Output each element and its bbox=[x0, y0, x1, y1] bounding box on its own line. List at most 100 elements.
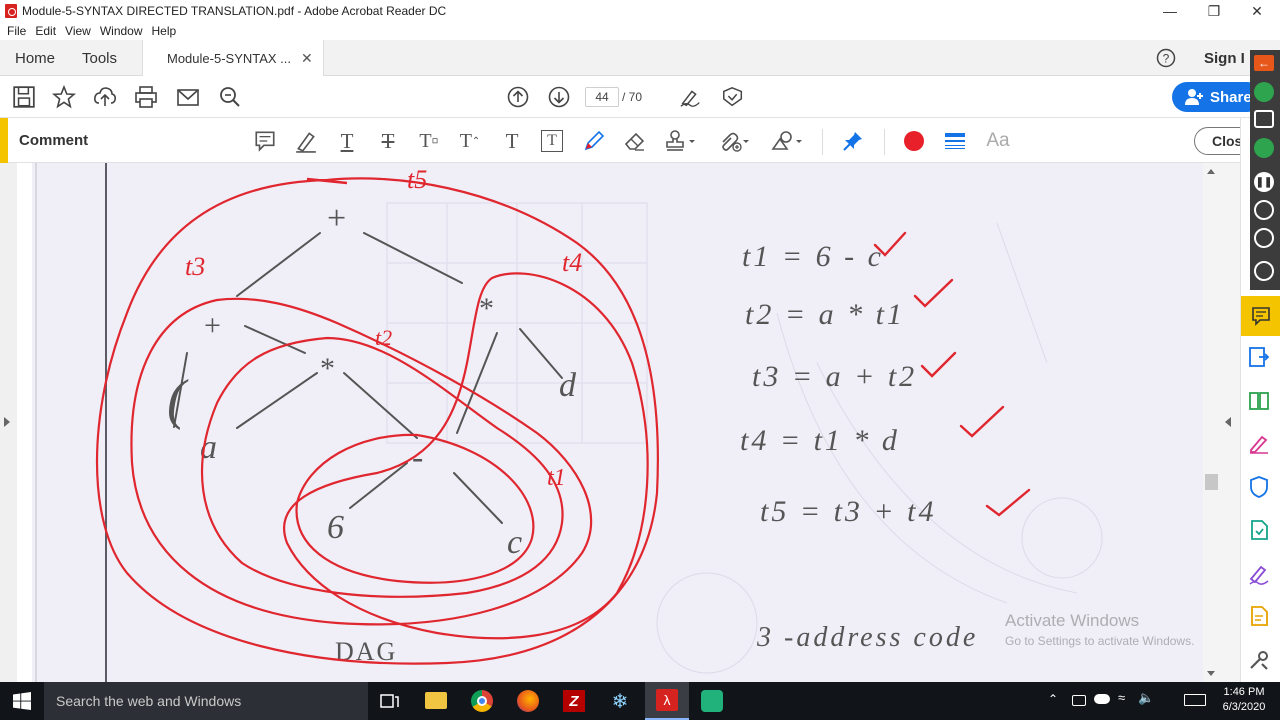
check-mark bbox=[913, 278, 954, 308]
tab-document[interactable]: Module-5-SYNTAX ... ✕ bbox=[142, 40, 324, 77]
send-for-review-icon[interactable] bbox=[1247, 604, 1271, 628]
restore-button[interactable]: ❐ bbox=[1191, 0, 1237, 22]
label-t1: t1 bbox=[547, 465, 566, 491]
protect-icon[interactable] bbox=[1247, 475, 1271, 499]
sign-icon[interactable] bbox=[679, 85, 703, 109]
zoom-icon[interactable] bbox=[218, 85, 242, 109]
stamp-tool-icon[interactable] bbox=[664, 129, 698, 153]
add-text-icon[interactable]: T bbox=[500, 129, 524, 153]
close-tab-icon[interactable]: ✕ bbox=[301, 50, 313, 67]
page-up-icon[interactable] bbox=[506, 85, 530, 109]
text-box-icon[interactable]: T bbox=[541, 130, 563, 152]
right-panel-toggle[interactable] bbox=[1220, 163, 1240, 682]
scroll-down-icon[interactable] bbox=[1207, 671, 1215, 676]
pen-tool-icon[interactable] bbox=[1254, 261, 1274, 281]
onedrive-icon[interactable] bbox=[1094, 694, 1110, 704]
scroll-up-icon[interactable] bbox=[1207, 169, 1215, 174]
highlight-icon[interactable] bbox=[294, 129, 318, 153]
equation-t4: t4 = t1 * d bbox=[740, 424, 900, 457]
edit-pdf-icon[interactable] bbox=[1247, 431, 1271, 455]
fill-sign-icon[interactable] bbox=[1247, 562, 1271, 586]
wifi-icon[interactable]: ≈ bbox=[1118, 690, 1125, 705]
node-d: d bbox=[559, 367, 577, 404]
tab-sign-in[interactable]: Sign I bbox=[1204, 40, 1245, 76]
screen-share-icon[interactable] bbox=[1254, 138, 1274, 158]
text-properties-button[interactable]: Aa bbox=[985, 129, 1011, 153]
address-code-caption: 3 -address code bbox=[756, 622, 978, 653]
eraser-icon[interactable] bbox=[623, 129, 647, 153]
minimize-button[interactable]: — bbox=[1147, 0, 1193, 22]
chrome-icon[interactable] bbox=[471, 690, 493, 712]
draw-pencil-icon[interactable] bbox=[582, 129, 606, 153]
menu-edit[interactable]: Edit bbox=[35, 24, 56, 38]
vertical-scrollbar[interactable] bbox=[1203, 163, 1220, 682]
print-icon[interactable] bbox=[134, 85, 158, 109]
page-number-input[interactable]: 44 bbox=[585, 87, 619, 107]
taskbar-search-input[interactable]: Search the web and Windows bbox=[44, 682, 368, 720]
watermark-title: Activate Windows bbox=[1005, 611, 1140, 630]
battery-icon[interactable] bbox=[1072, 695, 1086, 706]
page-down-icon[interactable] bbox=[547, 85, 571, 109]
tab-tools[interactable]: Tools bbox=[82, 40, 117, 76]
firefox-icon[interactable] bbox=[517, 690, 539, 712]
mouse-icon[interactable] bbox=[1254, 200, 1274, 220]
region-t4 bbox=[283, 272, 649, 640]
camera-icon[interactable] bbox=[1254, 110, 1274, 128]
window-title: Module-5-SYNTAX DIRECTED TRANSLATION.pdf… bbox=[22, 4, 447, 18]
color-picker-button[interactable] bbox=[904, 131, 924, 151]
equation-t5: t5 = t3 + t4 bbox=[760, 495, 937, 528]
filezilla-icon[interactable]: Z bbox=[563, 690, 585, 712]
export-pdf-icon[interactable] bbox=[1247, 345, 1271, 369]
screen-recorder-icon[interactable] bbox=[701, 690, 723, 712]
clock-time: 1:46 PM bbox=[1223, 686, 1265, 698]
display-icon[interactable] bbox=[1254, 228, 1274, 248]
menu-help[interactable]: Help bbox=[152, 24, 177, 38]
upload-icon[interactable] bbox=[93, 85, 117, 109]
file-explorer-icon[interactable] bbox=[425, 692, 447, 709]
tray-chevron-icon[interactable]: ⌃ bbox=[1048, 692, 1058, 706]
menu-window[interactable]: Window bbox=[100, 24, 143, 38]
clock[interactable]: 1:46 PM 6/3/2020 bbox=[1214, 685, 1274, 715]
save-icon[interactable] bbox=[12, 85, 36, 109]
back-arrow-icon[interactable]: ← bbox=[1254, 55, 1274, 71]
tab-document-label: Module-5-SYNTAX ... bbox=[167, 51, 292, 66]
share-button[interactable]: Share bbox=[1172, 82, 1262, 112]
label-t4: t4 bbox=[562, 248, 582, 277]
shapes-icon[interactable] bbox=[770, 129, 804, 153]
menu-file[interactable]: File bbox=[7, 24, 26, 38]
strikethrough-icon[interactable]: T bbox=[376, 129, 400, 153]
email-icon[interactable] bbox=[176, 86, 200, 110]
task-view-icon[interactable] bbox=[380, 692, 400, 710]
acrobat-taskbar-button[interactable]: λ bbox=[645, 682, 689, 720]
star-icon[interactable] bbox=[52, 85, 76, 109]
create-pdf-icon[interactable] bbox=[1247, 518, 1271, 542]
replace-text-icon[interactable]: T▫ bbox=[417, 129, 441, 153]
share-label: Share bbox=[1210, 88, 1252, 106]
tab-home[interactable]: Home bbox=[15, 40, 55, 76]
help-icon[interactable]: ? bbox=[1156, 48, 1176, 68]
volume-icon[interactable]: 🔈 bbox=[1138, 690, 1154, 706]
organize-pages-icon[interactable] bbox=[1247, 389, 1271, 413]
underline-text-icon[interactable]: T bbox=[335, 129, 359, 153]
sticky-note-icon[interactable] bbox=[253, 129, 277, 153]
keyboard-icon[interactable] bbox=[1184, 694, 1206, 706]
left-panel-toggle[interactable] bbox=[0, 163, 17, 682]
menu-view[interactable]: View bbox=[65, 24, 91, 38]
equation-t3: t3 = a + t2 bbox=[752, 360, 917, 393]
attach-icon[interactable] bbox=[717, 129, 751, 153]
line-thickness-icon[interactable] bbox=[943, 129, 967, 153]
scroll-thumb[interactable] bbox=[1205, 474, 1218, 490]
stamp-icon[interactable] bbox=[721, 85, 745, 109]
toolbar-divider bbox=[822, 129, 823, 155]
pin-icon[interactable] bbox=[841, 129, 865, 153]
snowflake-app-icon[interactable]: ❄ bbox=[609, 690, 631, 713]
more-tools-icon[interactable] bbox=[1247, 648, 1271, 672]
windows-start-icon[interactable] bbox=[13, 692, 31, 710]
comment-tool-active[interactable] bbox=[1241, 296, 1280, 336]
handwritten-diagram: + + * * - ( a 6 c d DAG t5 t3 t4 t2 t1 t… bbox=[17, 163, 1103, 682]
close-window-button[interactable]: ✕ bbox=[1234, 0, 1280, 22]
microphone-icon[interactable] bbox=[1254, 82, 1274, 102]
insert-text-icon[interactable]: T ⌃ bbox=[458, 129, 482, 153]
check-mark bbox=[985, 488, 1031, 517]
pause-icon[interactable]: ❚❚ bbox=[1254, 172, 1274, 192]
